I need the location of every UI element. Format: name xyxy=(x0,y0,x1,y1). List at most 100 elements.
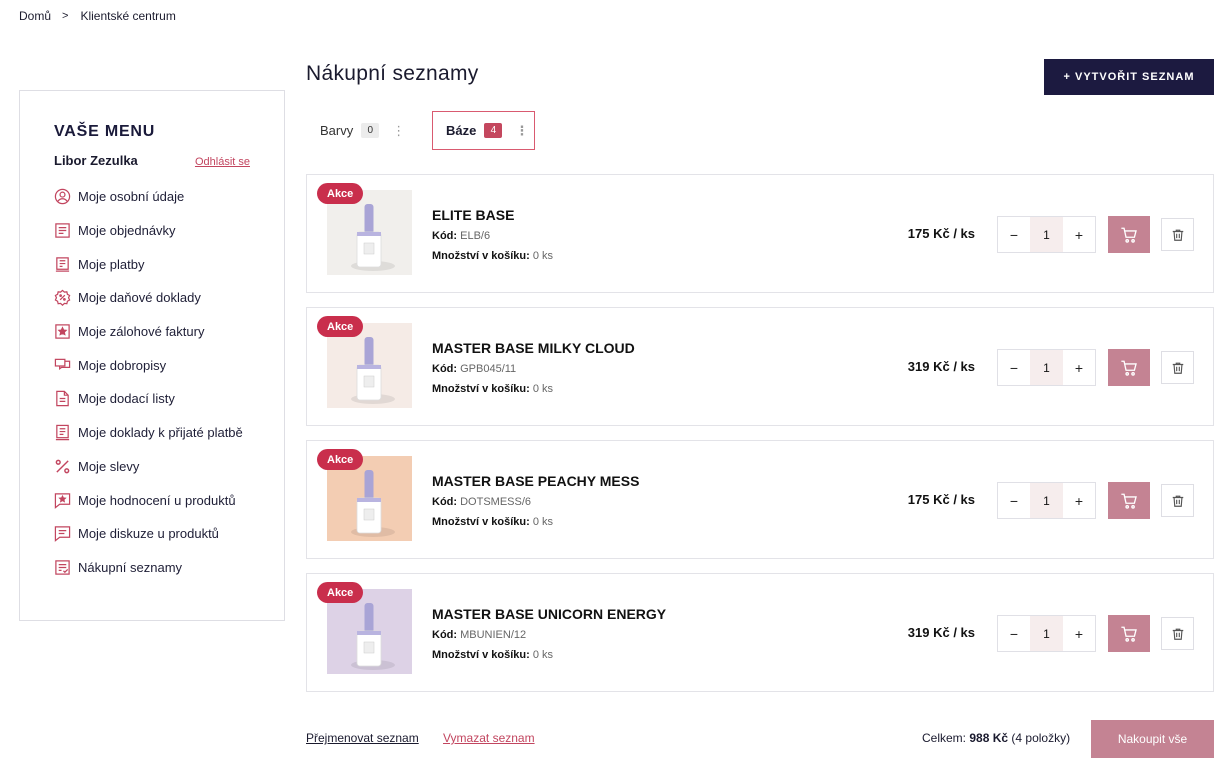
logout-link[interactable]: Odhlásit se xyxy=(195,156,250,168)
page-title: Nákupní seznamy xyxy=(306,62,479,85)
quantity-input[interactable]: 1 xyxy=(1030,483,1063,518)
receipt-icon xyxy=(54,424,71,441)
menu-item-product-ratings[interactable]: Moje hodnocení u produktů xyxy=(54,483,250,517)
menu-item-label: Moje doklady k přijaté platbě xyxy=(78,425,243,441)
payments-icon xyxy=(54,256,71,273)
remove-item-button[interactable] xyxy=(1161,351,1194,384)
product-code-label: Kód: xyxy=(432,363,458,375)
user-row: Libor Zezulka Odhlásit se xyxy=(54,153,250,168)
in-cart-label: Množství v košíku: xyxy=(432,383,530,395)
menu-item-label: Moje slevy xyxy=(78,458,140,474)
product-code-label: Kód: xyxy=(432,629,458,641)
kebab-menu-icon[interactable]: ⋮ xyxy=(389,123,407,139)
sale-badge: Akce xyxy=(317,582,364,603)
product-name[interactable]: ELITE BASE xyxy=(432,207,514,223)
quantity-increase-button[interactable]: + xyxy=(1063,616,1095,651)
menu-item-discounts[interactable]: Moje slevy xyxy=(54,450,250,484)
product-name[interactable]: MASTER BASE PEACHY MESS xyxy=(432,473,639,489)
product-in-cart: Množství v košíku: 0 ks xyxy=(432,516,553,528)
in-cart-value: 0 ks xyxy=(532,250,554,262)
product-card: Akce MASTER BASE PEACHY MESS Kód: DOTSMESS… xyxy=(306,440,1214,559)
menu-title: VAŠE MENU xyxy=(54,123,156,140)
quantity-increase-button[interactable]: + xyxy=(1063,350,1095,385)
in-cart-value: 0 ks xyxy=(532,383,554,395)
buy-all-button[interactable]: Nakoupit vše xyxy=(1091,720,1214,758)
product-price: 175 Kč / ks xyxy=(907,226,975,241)
quantity-increase-button[interactable]: + xyxy=(1063,483,1095,518)
breadcrumb-home-link[interactable]: Domů xyxy=(19,9,51,23)
menu-item-label: Moje zálohové faktury xyxy=(78,324,205,340)
product-code-label: Kód: xyxy=(432,496,458,508)
menu-item-payment-receipts[interactable]: Moje doklady k přijaté platbě xyxy=(54,416,250,450)
tab-barvy[interactable]: Barvy 0 ⋮ xyxy=(320,111,407,150)
add-to-cart-button[interactable] xyxy=(1108,615,1150,652)
menu-item-delivery-notes[interactable]: Moje dodací listy xyxy=(54,382,250,416)
cart-icon xyxy=(1120,625,1138,643)
in-cart-label: Množství v košíku: xyxy=(432,516,530,528)
menu-item-shopping-lists[interactable]: Nákupní seznamy xyxy=(54,551,250,585)
menu-item-tax-documents[interactable]: Moje daňové doklady xyxy=(54,281,250,315)
menu-item-payments[interactable]: Moje platby xyxy=(54,247,250,281)
orders-icon xyxy=(54,222,71,239)
quantity-stepper: −1 + xyxy=(997,349,1096,386)
product-name[interactable]: MASTER BASE MILKY CLOUD xyxy=(432,340,635,356)
total-value: 988 Kč xyxy=(969,731,1009,745)
tab-baze[interactable]: Báze 4 ⋮ xyxy=(432,111,535,150)
remove-item-button[interactable] xyxy=(1161,218,1194,251)
quantity-decrease-button[interactable]: − xyxy=(998,217,1030,252)
add-to-cart-button[interactable] xyxy=(1108,216,1150,253)
menu-item-credit-notes[interactable]: Moje dobropisy xyxy=(54,348,250,382)
product-name[interactable]: MASTER BASE UNICORN ENERGY xyxy=(432,606,666,622)
product-code: Kód: GPB045/11 xyxy=(432,363,516,375)
cart-icon xyxy=(1120,359,1138,377)
delivery-note-icon xyxy=(54,390,71,407)
quantity-input[interactable]: 1 xyxy=(1030,350,1063,385)
menu-item-orders[interactable]: Moje objednávky xyxy=(54,214,250,248)
product-code-value: MBUNIEN/12 xyxy=(460,629,527,641)
menu-list: Moje osobní údaje Moje objednávky Moje p… xyxy=(54,180,250,584)
tab-label: Báze xyxy=(446,123,477,138)
cart-icon xyxy=(1120,226,1138,244)
add-to-cart-button[interactable] xyxy=(1108,482,1150,519)
rating-icon xyxy=(54,492,71,509)
product-card: Akce ELITE BASE Kód: ELB/6 Množství v košík… xyxy=(306,174,1214,293)
menu-item-advance-invoices[interactable]: Moje zálohové faktury xyxy=(54,315,250,349)
quantity-decrease-button[interactable]: − xyxy=(998,350,1030,385)
menu-item-label: Moje dobropisy xyxy=(78,357,167,373)
trash-icon xyxy=(1171,361,1185,375)
credit-note-icon xyxy=(54,357,71,374)
quantity-input[interactable]: 1 xyxy=(1030,616,1063,651)
sale-badge: Akce xyxy=(317,316,364,337)
quantity-input[interactable]: 1 xyxy=(1030,217,1063,252)
total-label: Celkem: xyxy=(922,731,967,745)
product-card: Akce MASTER BASE UNICORN ENERGY Kód: MBUNI… xyxy=(306,573,1214,692)
sale-badge: Akce xyxy=(317,183,364,204)
menu-item-label: Moje daňové doklady xyxy=(78,290,201,306)
create-list-button[interactable]: + VYTVOŘIT SEZNAM xyxy=(1044,59,1214,95)
remove-item-button[interactable] xyxy=(1161,617,1194,650)
clear-list-link[interactable]: Vymazat seznam xyxy=(443,731,535,745)
kebab-menu-icon[interactable]: ⋮ xyxy=(512,123,530,139)
remove-item-button[interactable] xyxy=(1161,484,1194,517)
quantity-increase-button[interactable]: + xyxy=(1063,217,1095,252)
menu-item-label: Moje platby xyxy=(78,256,145,272)
menu-item-label: Moje dodací listy xyxy=(78,391,175,407)
breadcrumb-current: Klientské centrum xyxy=(80,9,176,23)
tab-label: Barvy xyxy=(320,123,354,138)
user-name: Libor Zezulka xyxy=(54,153,138,168)
shopping-list-icon xyxy=(54,559,71,576)
product-in-cart: Množství v košíku: 0 ks xyxy=(432,649,553,661)
tax-docs-icon xyxy=(54,289,71,307)
add-to-cart-button[interactable] xyxy=(1108,349,1150,386)
product-code: Kód: MBUNIEN/12 xyxy=(432,629,526,641)
user-circle-icon xyxy=(54,188,71,205)
menu-item-personal-data[interactable]: Moje osobní údaje xyxy=(54,180,250,214)
menu-item-label: Moje hodnocení u produktů xyxy=(78,492,236,508)
quantity-decrease-button[interactable]: − xyxy=(998,483,1030,518)
product-code-value: DOTSMESS/6 xyxy=(460,496,532,508)
tab-count-badge: 0 xyxy=(361,123,380,138)
menu-item-label: Moje diskuze u produktů xyxy=(78,526,219,542)
menu-item-product-discussions[interactable]: Moje diskuze u produktů xyxy=(54,517,250,551)
quantity-decrease-button[interactable]: − xyxy=(998,616,1030,651)
rename-list-link[interactable]: Přejmenovat seznam xyxy=(306,731,419,745)
